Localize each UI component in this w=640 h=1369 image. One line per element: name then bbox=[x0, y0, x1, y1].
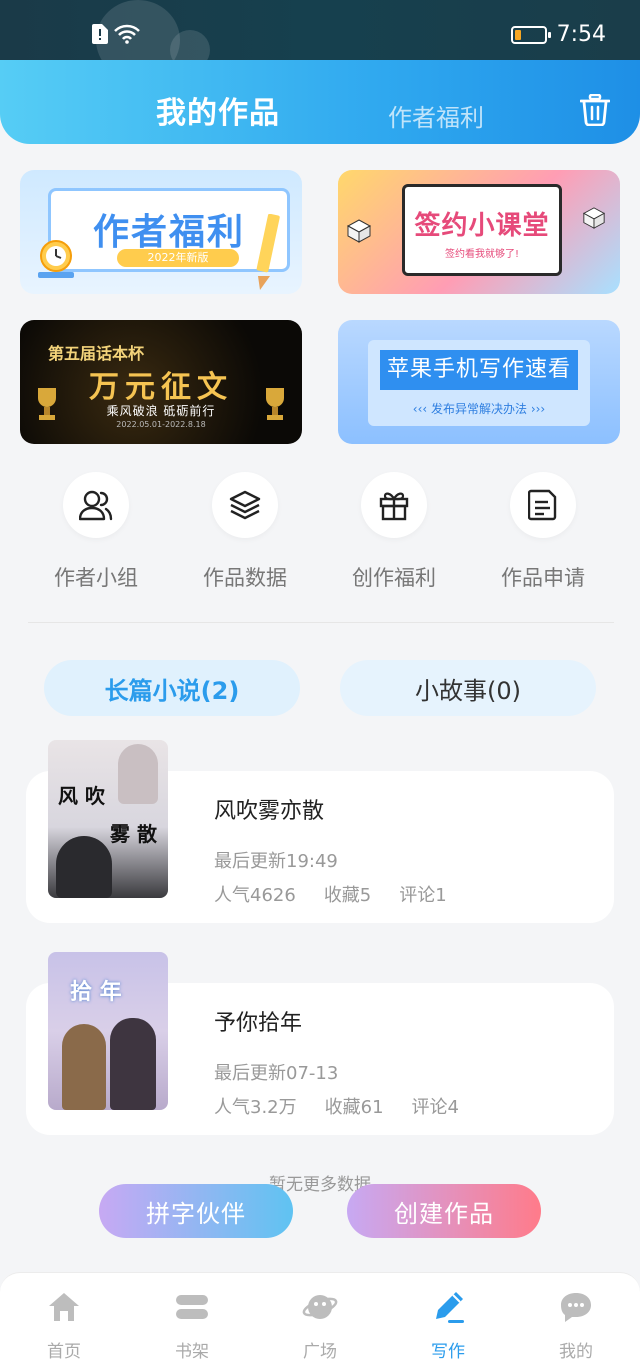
banner-tag: 2022年新版 bbox=[117, 249, 239, 267]
status-bar: 7:54 bbox=[0, 0, 640, 80]
pen-icon bbox=[436, 1292, 464, 1323]
cube-icon bbox=[582, 207, 606, 229]
cover-figure bbox=[118, 744, 158, 804]
nav-item-writing[interactable]: 写作 bbox=[408, 1289, 488, 1362]
work-stats: 人气4626 收藏5 评论1 bbox=[214, 881, 475, 907]
quick-icon-circle bbox=[63, 472, 129, 538]
nav-item-mine[interactable]: 我的 bbox=[536, 1289, 616, 1362]
work-favorites: 收藏5 bbox=[323, 885, 372, 906]
header: 我的作品 作者福利 bbox=[0, 60, 640, 144]
quick-icon-circle bbox=[361, 472, 427, 538]
bookshelf-icon bbox=[176, 1295, 208, 1319]
document-icon bbox=[528, 489, 557, 521]
chat-icon bbox=[561, 1293, 591, 1322]
work-cover[interactable]: 风 吹 雾 散 bbox=[48, 740, 168, 898]
status-icons-left bbox=[92, 24, 140, 44]
pencil-icon bbox=[256, 214, 280, 290]
work-popularity: 人气3.2万 bbox=[214, 1097, 297, 1118]
battery-icon bbox=[510, 25, 551, 44]
wifi-icon bbox=[114, 24, 140, 44]
cover-figure bbox=[62, 1024, 106, 1110]
work-popularity: 人气4626 bbox=[214, 885, 296, 906]
bottom-nav: 首页 书架 广场 写作 我的 bbox=[0, 1272, 640, 1369]
banner-subtitle-text: 发布异常解决办法 bbox=[430, 402, 527, 416]
sim-alert-icon bbox=[92, 24, 108, 44]
nav-label: 首页 bbox=[47, 1342, 81, 1362]
banner-title: 签约小课堂 bbox=[414, 211, 550, 241]
cover-text: 雾 散 bbox=[110, 822, 157, 846]
cover-figure bbox=[56, 836, 112, 898]
cover-text: 风 吹 bbox=[58, 784, 105, 808]
banner-panel: 苹果手机写作速看 ‹‹‹ 发布异常解决办法 ››› bbox=[368, 340, 590, 426]
no-more-data: 暂无更多数据 bbox=[269, 1175, 371, 1195]
banner-subtitle: 签约看我就够了! bbox=[444, 249, 519, 260]
nav-label: 写作 bbox=[431, 1342, 465, 1362]
banner-title: 苹果手机写作速看 bbox=[380, 350, 578, 390]
nav-label: 书架 bbox=[175, 1342, 209, 1362]
quick-label: 创作福利 bbox=[352, 566, 436, 590]
work-title: 予你拾年 bbox=[214, 1011, 303, 1036]
banner-subtitle: ‹‹‹ 发布异常解决办法 ››› bbox=[368, 400, 590, 417]
quick-icon-circle bbox=[212, 472, 278, 538]
work-comments: 评论4 bbox=[411, 1097, 459, 1118]
nav-item-home[interactable]: 首页 bbox=[24, 1289, 104, 1362]
tab-author-welfare[interactable]: 作者福利 bbox=[388, 98, 484, 133]
quick-icon-circle bbox=[510, 472, 576, 538]
banner-iphone-writing[interactable]: 苹果手机写作速看 ‹‹‹ 发布异常解决办法 ››› bbox=[338, 320, 620, 444]
alarm-clock-icon bbox=[38, 240, 74, 278]
divider bbox=[28, 622, 614, 623]
quick-work-data[interactable]: 作品数据 bbox=[170, 472, 320, 592]
work-updated: 最后更新19:49 bbox=[214, 851, 338, 872]
trophy-icon bbox=[266, 388, 284, 420]
quick-work-application[interactable]: 作品申请 bbox=[468, 472, 618, 592]
banner-author-welfare[interactable]: 作者福利 2022年新版 bbox=[20, 170, 302, 294]
tab-my-works[interactable]: 我的作品 bbox=[156, 88, 280, 132]
planet-icon bbox=[302, 1295, 338, 1319]
banner-card: 签约小课堂 签约看我就够了! bbox=[402, 184, 562, 276]
quick-creation-welfare[interactable]: 创作福利 bbox=[319, 472, 469, 592]
work-comments: 评论1 bbox=[399, 885, 447, 906]
banner-signing-class[interactable]: 签约小课堂 签约看我就够了! bbox=[338, 170, 620, 294]
work-favorites: 收藏61 bbox=[324, 1097, 384, 1118]
cube-icon bbox=[346, 219, 372, 243]
work-title: 风吹雾亦散 bbox=[214, 799, 325, 824]
work-stats: 人气3.2万 收藏61 评论4 bbox=[214, 1093, 487, 1119]
nav-item-square[interactable]: 广场 bbox=[280, 1289, 360, 1362]
nav-label: 我的 bbox=[559, 1342, 593, 1362]
quick-label: 作品数据 bbox=[203, 566, 287, 590]
nav-item-bookshelf[interactable]: 书架 bbox=[152, 1289, 232, 1362]
nav-label: 广场 bbox=[303, 1342, 337, 1362]
cover-text: 拾 年 bbox=[70, 980, 122, 1005]
home-icon bbox=[49, 1293, 79, 1321]
trash-icon[interactable] bbox=[580, 94, 610, 126]
chevrons-left-icon: ‹‹‹ bbox=[412, 402, 431, 416]
banner-essay-contest[interactable]: 第五届话本杯 万元征文 乘风破浪 砥砺前行 2022.05.01-2022.8.… bbox=[20, 320, 302, 444]
users-icon bbox=[79, 490, 113, 521]
work-updated: 最后更新07-13 bbox=[214, 1063, 339, 1084]
trophy-icon bbox=[38, 388, 56, 420]
quick-label: 作品申请 bbox=[501, 566, 585, 590]
work-cover[interactable]: 拾 年 bbox=[48, 952, 168, 1110]
chevrons-right-icon: ››› bbox=[527, 402, 546, 416]
quick-label: 作者小组 bbox=[54, 566, 138, 590]
partner-button[interactable]: 拼字伙伴 bbox=[99, 1184, 293, 1238]
banner-top-text: 第五届话本杯 bbox=[48, 344, 145, 363]
cover-figure bbox=[110, 1018, 156, 1110]
quick-author-group[interactable]: 作者小组 bbox=[21, 472, 171, 592]
layers-icon bbox=[229, 490, 261, 520]
gift-icon bbox=[379, 492, 409, 521]
clock: 7:54 bbox=[556, 22, 606, 47]
status-icons-right: 7:54 bbox=[510, 22, 606, 47]
create-work-button[interactable]: 创建作品 bbox=[347, 1184, 541, 1238]
segment-novel[interactable]: 长篇小说(2) bbox=[44, 660, 300, 716]
segment-story[interactable]: 小故事(0) bbox=[340, 660, 596, 716]
